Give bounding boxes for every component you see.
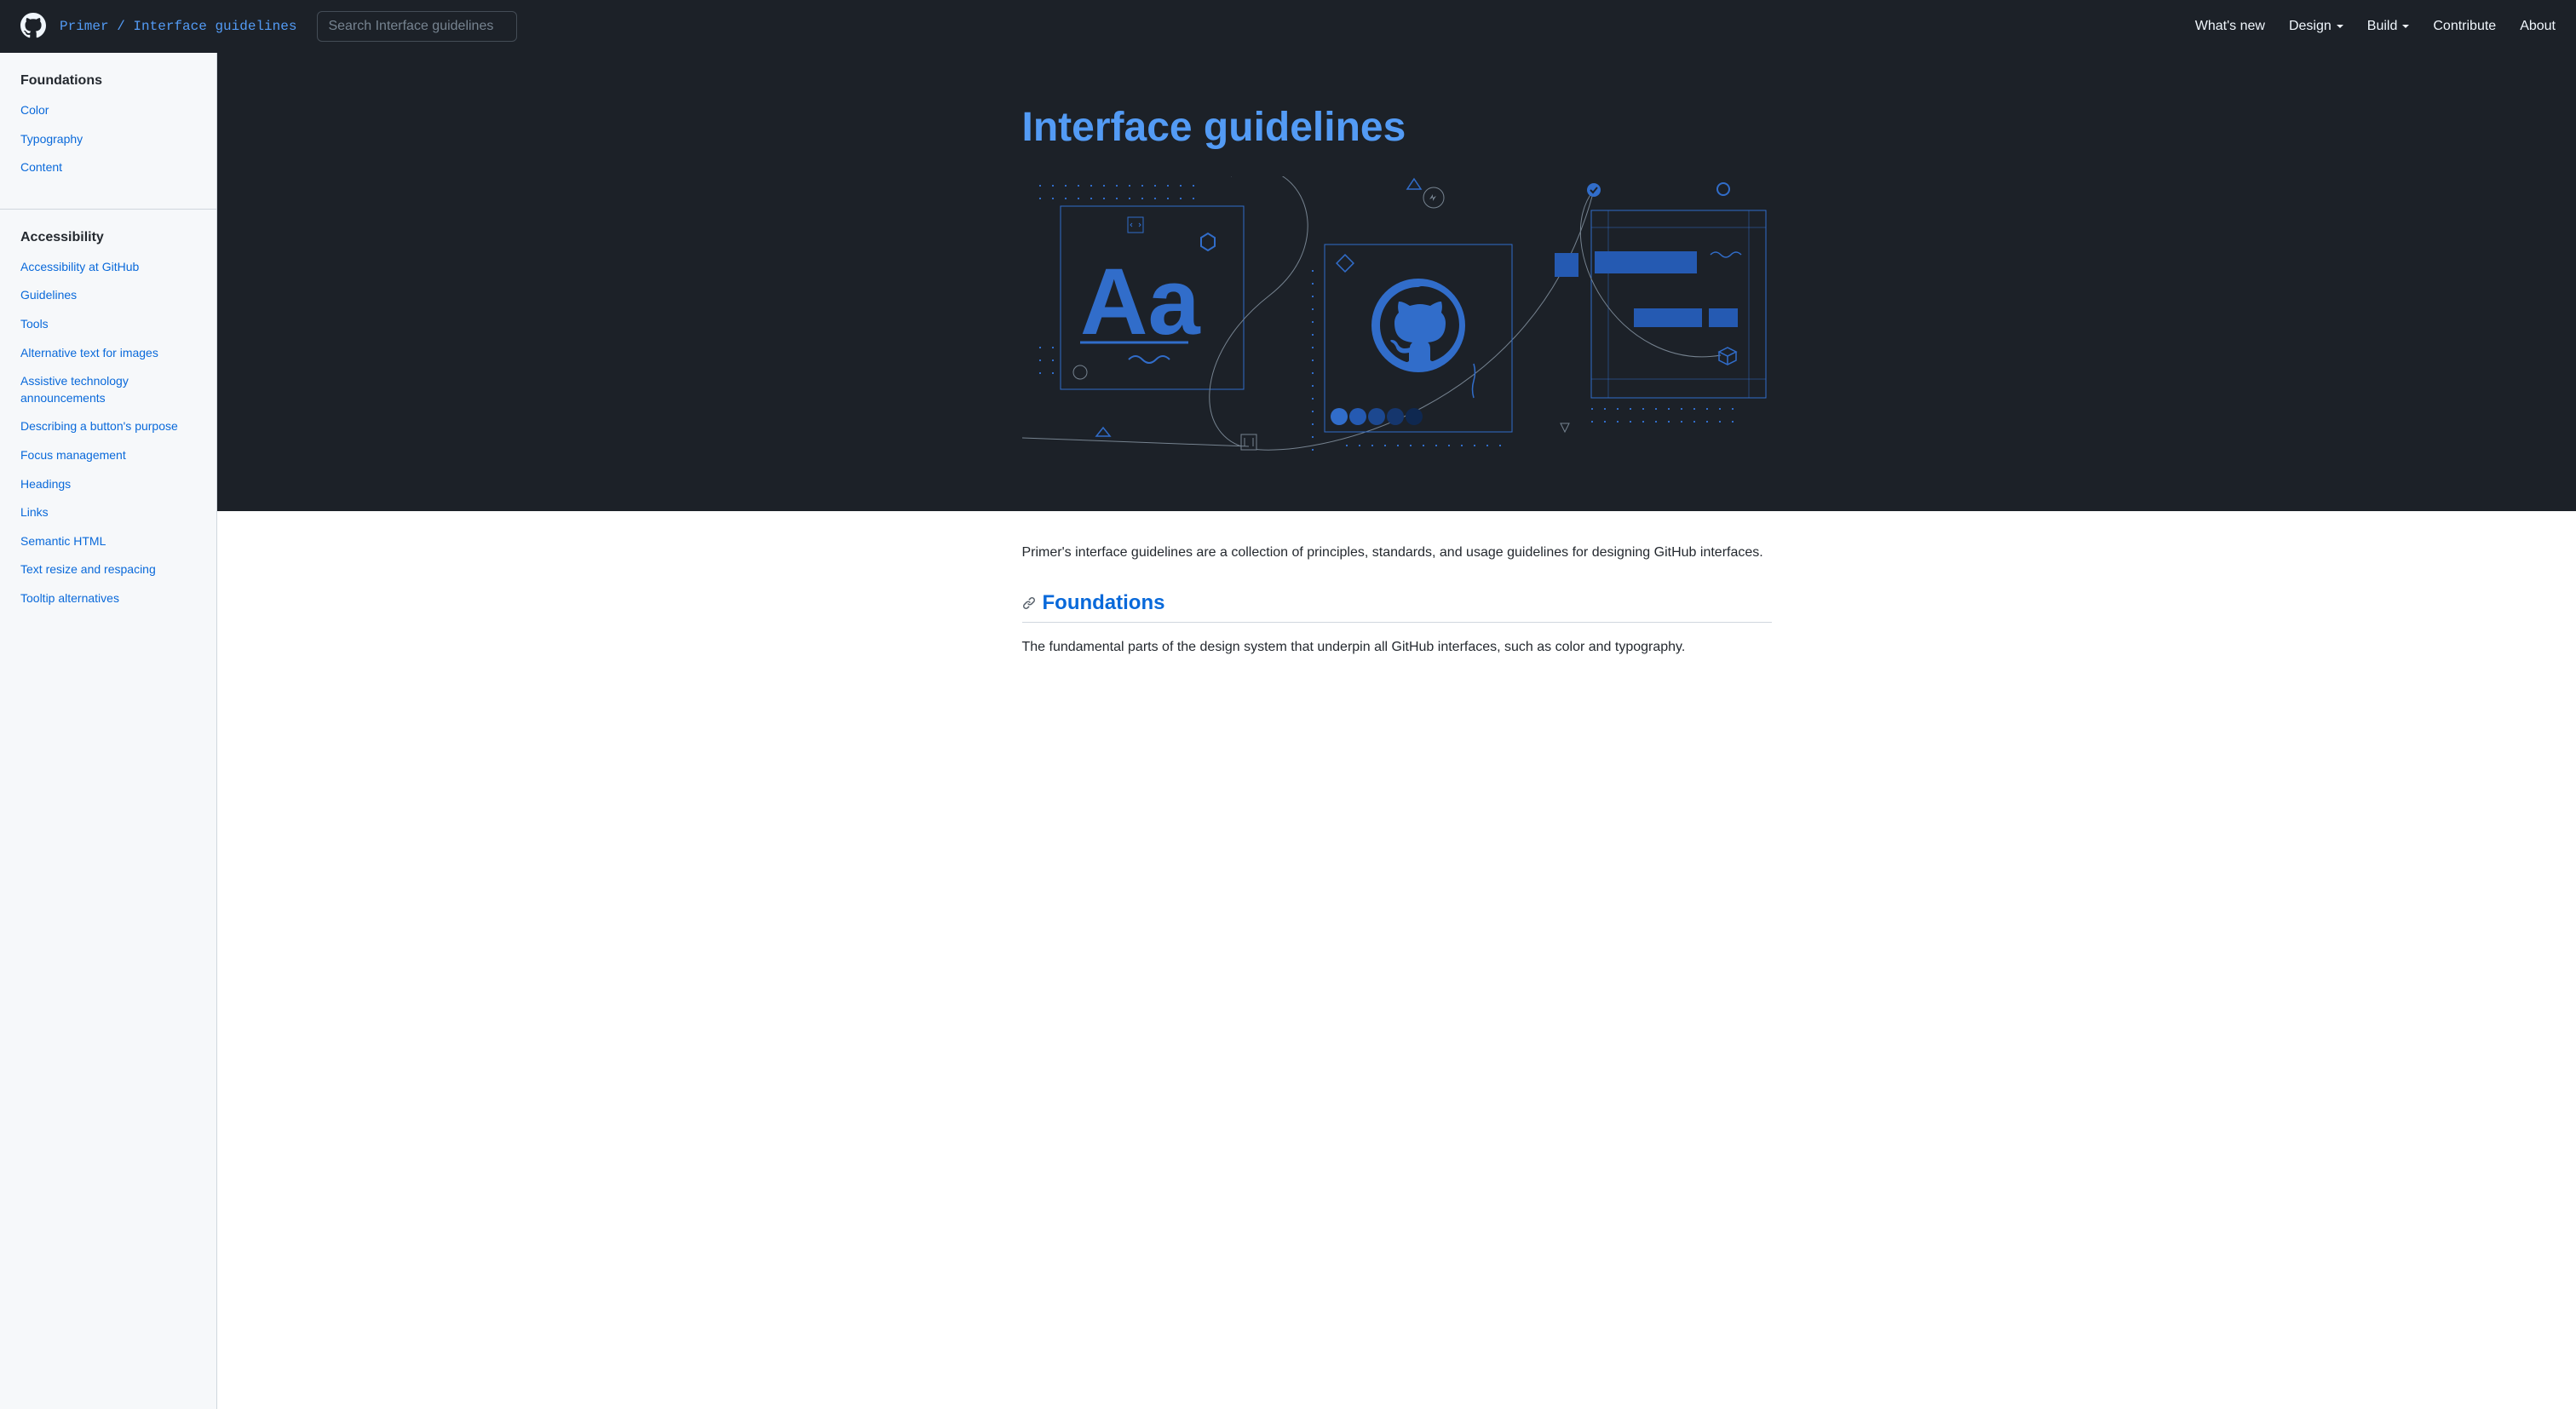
page-title: Interface guidelines [1022, 104, 1772, 151]
hero-inner: Interface guidelines Aa [1022, 104, 1772, 486]
sidebar-list: Accessibility at GitHub Guidelines Tools… [20, 259, 196, 607]
intro-text: Primer's interface guidelines are a coll… [1022, 545, 1772, 561]
nav-right: What's new Design Build Contribute About [2195, 19, 2556, 34]
sidebar-item-tooltip-alt[interactable]: Tooltip alternatives [20, 590, 196, 607]
sidebar-item-headings[interactable]: Headings [20, 476, 196, 493]
nav-about[interactable]: About [2520, 19, 2556, 34]
sidebar-item-button-purpose[interactable]: Describing a button's purpose [20, 418, 196, 435]
sidebar-item-assistive-tech[interactable]: Assistive technology announcements [20, 373, 196, 406]
chevron-down-icon [2402, 25, 2409, 28]
header: Primer / Interface guidelines What's new… [0, 0, 2576, 53]
sidebar-item-guidelines[interactable]: Guidelines [20, 287, 196, 304]
sidebar-item-semantic-html[interactable]: Semantic HTML [20, 533, 196, 550]
section-text: The fundamental parts of the design syst… [1022, 640, 1772, 655]
search-input[interactable] [317, 11, 517, 42]
section-heading-link[interactable]: Foundations [1043, 591, 1165, 615]
sidebar-section-accessibility: Accessibility Accessibility at GitHub Gu… [0, 230, 216, 640]
sidebar-item-color[interactable]: Color [20, 102, 196, 119]
sidebar-item-content[interactable]: Content [20, 159, 196, 176]
main: Interface guidelines Aa [217, 53, 2576, 1409]
nav-build[interactable]: Build [2367, 19, 2410, 34]
hero: Interface guidelines Aa [217, 53, 2576, 511]
sidebar-item-tools[interactable]: Tools [20, 316, 196, 333]
breadcrumb-secondary[interactable]: Interface guidelines [133, 19, 296, 34]
content: Primer's interface guidelines are a coll… [1022, 511, 1772, 689]
sidebar: Foundations Color Typography Content Acc… [0, 53, 217, 1409]
sidebar-item-text-resize[interactable]: Text resize and respacing [20, 561, 196, 578]
breadcrumb: Primer / Interface guidelines [60, 19, 296, 34]
sidebar-item-accessibility-github[interactable]: Accessibility at GitHub [20, 259, 196, 276]
github-logo-icon [20, 13, 46, 38]
link-icon [1022, 596, 1036, 610]
nav-contribute[interactable]: Contribute [2433, 19, 2496, 34]
layout: Foundations Color Typography Content Acc… [0, 53, 2576, 1409]
github-logo-link[interactable] [20, 13, 46, 41]
sidebar-list: Color Typography Content [20, 102, 196, 176]
nav-build-label: Build [2367, 19, 2398, 34]
svg-text:Aa: Aa [1080, 250, 1200, 354]
logo-wrap: Primer / Interface guidelines [20, 13, 296, 41]
sidebar-item-alt-text[interactable]: Alternative text for images [20, 345, 196, 362]
sidebar-item-focus[interactable]: Focus management [20, 447, 196, 464]
sidebar-item-typography[interactable]: Typography [20, 131, 196, 148]
breadcrumb-primary[interactable]: Primer [60, 19, 109, 34]
nav-whats-new[interactable]: What's new [2195, 19, 2265, 34]
nav-design-label: Design [2289, 19, 2332, 34]
sidebar-heading: Accessibility [20, 230, 196, 245]
sidebar-item-links[interactable]: Links [20, 504, 196, 521]
nav-design[interactable]: Design [2289, 19, 2343, 34]
sidebar-section-foundations: Foundations Color Typography Content [0, 73, 216, 210]
section-heading-foundations: Foundations [1022, 591, 1772, 623]
hero-illustration: Aa [1022, 176, 1772, 483]
chevron-down-icon [2337, 25, 2343, 28]
sidebar-heading: Foundations [20, 73, 196, 89]
breadcrumb-separator: / [109, 19, 134, 34]
